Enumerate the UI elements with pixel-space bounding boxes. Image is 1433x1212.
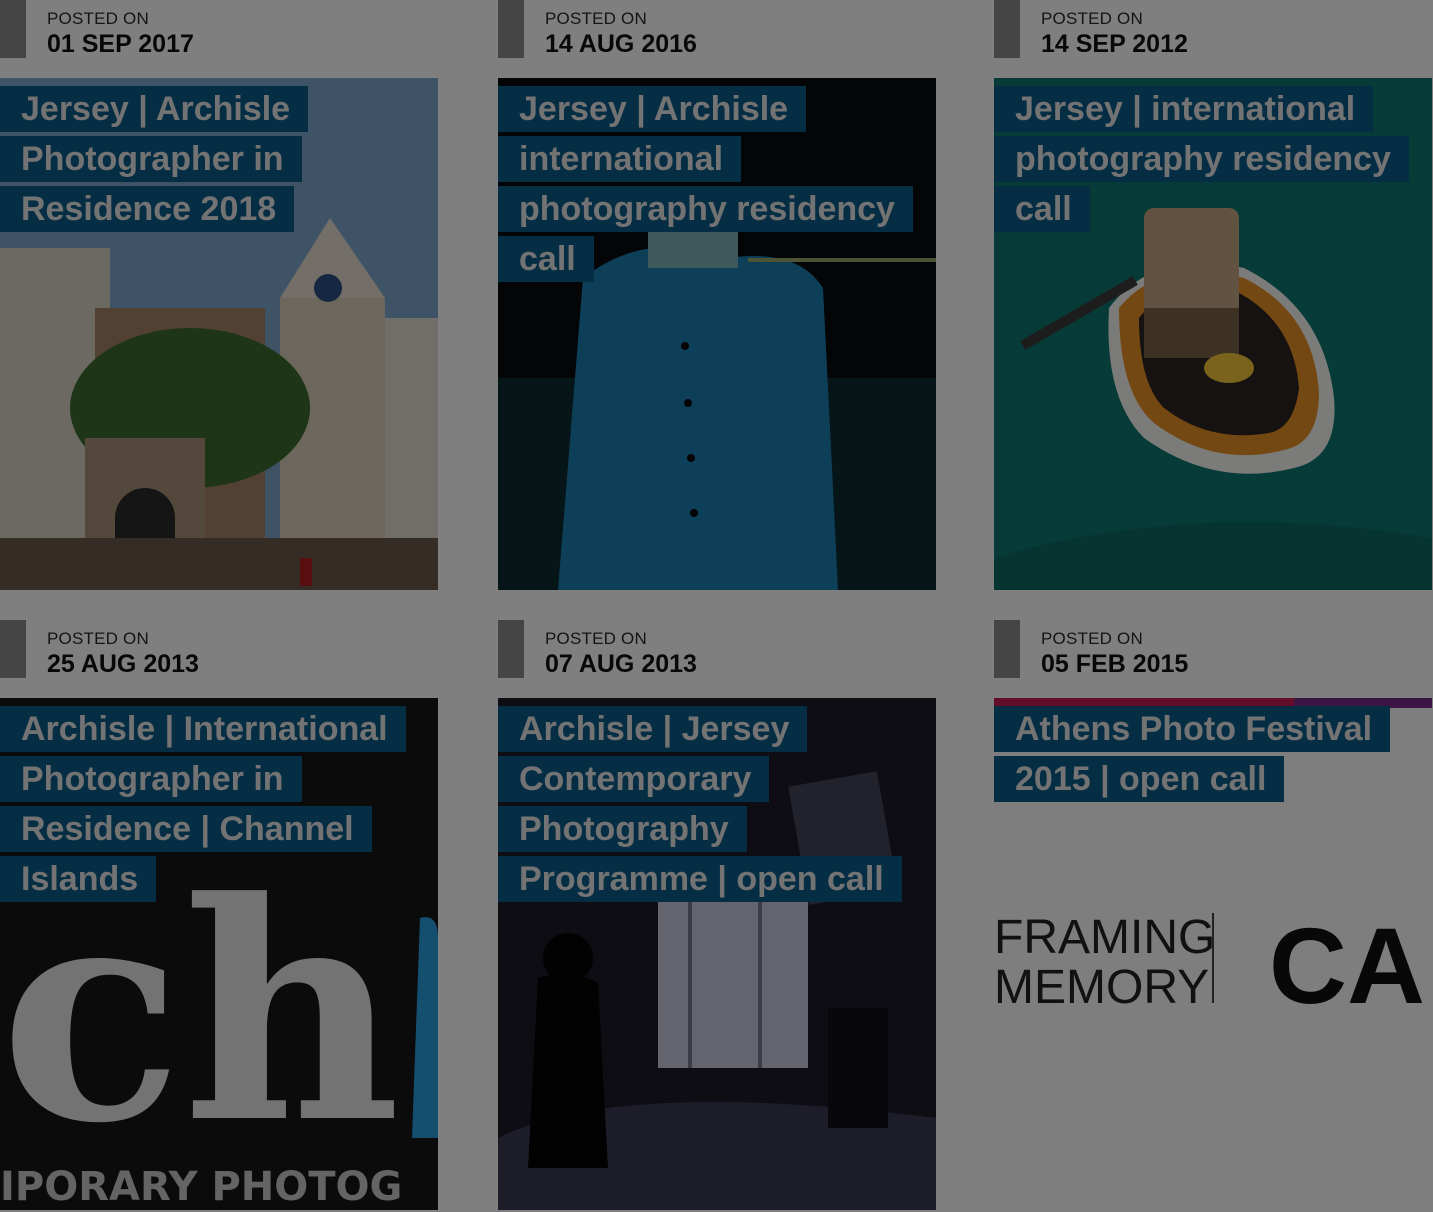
modal-backdrop-overlay[interactable] — [0, 0, 1433, 1212]
